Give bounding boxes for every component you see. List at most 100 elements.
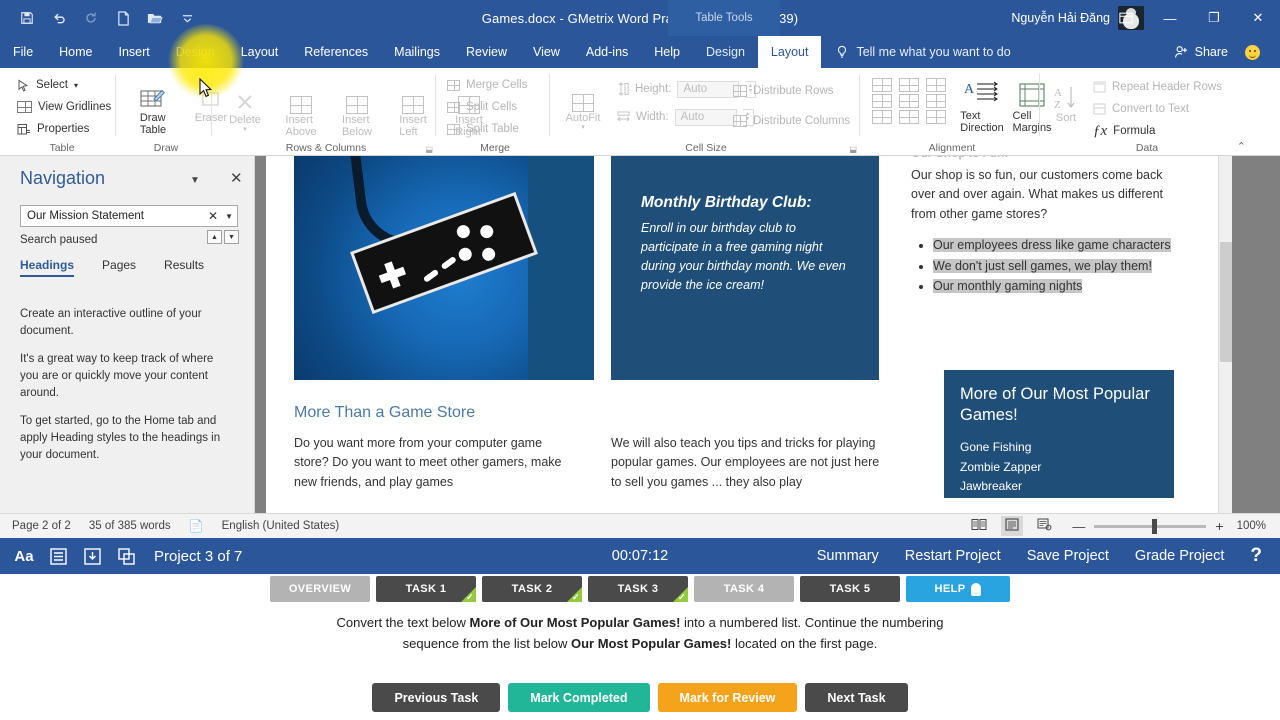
cell-size-dialog-launcher[interactable]: ⬓	[849, 145, 857, 154]
scrollbar-thumb[interactable]	[1220, 242, 1232, 362]
align-center-right-icon[interactable]	[926, 94, 946, 108]
delete-icon	[233, 80, 257, 114]
group-label-data: Data	[1135, 142, 1159, 154]
zoom-slider[interactable]	[1094, 518, 1207, 534]
restart-project-link[interactable]: Restart Project	[905, 548, 1001, 564]
tab-task-3[interactable]: TASK 3 ✓	[588, 576, 688, 602]
merge-cells-label: Merge Cells	[466, 79, 528, 91]
repeat-header-rows-button: Repeat Header Rows	[1090, 76, 1225, 98]
open-folder-icon[interactable]	[146, 9, 164, 27]
align-bottom-left-icon[interactable]	[872, 110, 892, 124]
tab-task-5[interactable]: TASK 5	[800, 576, 900, 602]
collapse-ribbon-icon[interactable]: ⌃	[1237, 140, 1246, 153]
web-layout-icon[interactable]	[1037, 518, 1052, 534]
tab-headings[interactable]: Headings	[20, 258, 75, 277]
word-count[interactable]: 35 of 385 words	[89, 520, 171, 532]
close-button[interactable]: ✕	[1236, 0, 1280, 36]
zoom-level[interactable]: 100%	[1237, 520, 1266, 532]
help-icon[interactable]: ?	[1250, 545, 1262, 567]
tab-table-layout[interactable]: Layout	[757, 36, 822, 68]
align-bottom-center-icon[interactable]	[899, 110, 919, 124]
chevron-down-icon[interactable]: ▼	[190, 175, 200, 186]
tab-view[interactable]: View	[520, 36, 573, 68]
proofing-errors-icon[interactable]: 📄	[189, 519, 204, 533]
align-top-right-icon[interactable]	[926, 78, 946, 92]
search-options-icon[interactable]: ▼	[225, 212, 233, 221]
tab-help[interactable]: Help	[641, 36, 693, 68]
next-task-button[interactable]: Next Task	[805, 683, 908, 712]
align-center-left-icon[interactable]	[872, 94, 892, 108]
save-down-icon[interactable]	[82, 546, 102, 566]
merge-cells-icon	[447, 79, 460, 91]
tab-layout[interactable]: Layout	[228, 36, 292, 68]
tab-design[interactable]: Design	[163, 36, 228, 68]
tab-pages[interactable]: Pages	[102, 258, 136, 277]
previous-result-icon[interactable]: ▲	[207, 230, 222, 244]
print-layout-icon[interactable]	[1001, 516, 1024, 536]
mark-for-review-button[interactable]: Mark for Review	[657, 683, 798, 712]
rows-columns-dialog-launcher[interactable]: ⬓	[425, 145, 433, 154]
summary-link[interactable]: Summary	[817, 548, 879, 564]
ribbon-group-cell-size: AutoFit ▾ Height: Auto ▲ ▼ Width: Auto ▲ ▼	[552, 68, 860, 156]
tab-insert[interactable]: Insert	[106, 36, 163, 68]
tab-task-4[interactable]: TASK 4	[694, 576, 794, 602]
tab-overview[interactable]: OVERVIEW	[270, 576, 370, 602]
zoom-slider-handle[interactable]	[1152, 518, 1158, 534]
tab-table-design[interactable]: Design	[693, 36, 758, 68]
document-scrollbar[interactable]	[1218, 156, 1232, 513]
tab-addins[interactable]: Add-ins	[573, 36, 641, 68]
tab-task-2[interactable]: TASK 2 ✓	[482, 576, 582, 602]
window-icon[interactable]	[116, 546, 136, 566]
minimize-button[interactable]: —	[1148, 0, 1192, 36]
share-button[interactable]: Share	[1174, 36, 1228, 68]
align-center-icon[interactable]	[899, 94, 919, 108]
new-document-icon[interactable]	[114, 9, 132, 27]
align-top-center-icon[interactable]	[899, 78, 919, 92]
mark-completed-button[interactable]: Mark Completed	[508, 683, 650, 712]
width-value[interactable]: Auto	[674, 108, 737, 126]
convert-to-text-label: Convert to Text	[1112, 103, 1190, 115]
ribbon-display-options-icon[interactable]	[1104, 0, 1148, 36]
save-icon[interactable]	[18, 9, 36, 27]
tab-help[interactable]: HELP	[906, 576, 1010, 602]
align-bottom-right-icon[interactable]	[926, 110, 946, 124]
font-size-icon[interactable]: Aa	[14, 546, 34, 566]
popular-game-3: Jawbreaker	[960, 479, 1023, 494]
read-mode-icon[interactable]	[971, 518, 987, 534]
select-button[interactable]: Select ▾	[14, 74, 114, 96]
view-gridlines-button[interactable]: View Gridlines	[14, 96, 114, 118]
zoom-out-button[interactable]: —	[1072, 519, 1085, 534]
align-top-left-icon[interactable]	[872, 78, 892, 92]
restore-button[interactable]: ❐	[1192, 0, 1236, 36]
document-page[interactable]: Monthly Birthday Club: Enroll in our bir…	[266, 156, 1232, 513]
tab-results[interactable]: Results	[164, 258, 204, 277]
next-result-icon[interactable]: ▼	[224, 230, 239, 244]
tab-mailings[interactable]: Mailings	[381, 36, 453, 68]
previous-task-button[interactable]: Previous Task	[372, 683, 501, 712]
insert-left-button: Insert Left	[386, 80, 440, 139]
tab-references[interactable]: References	[291, 36, 381, 68]
clear-search-icon[interactable]: ✕	[208, 209, 218, 223]
close-icon[interactable]: ✕	[230, 169, 243, 187]
tab-file[interactable]: File	[0, 36, 46, 68]
tab-review[interactable]: Review	[453, 36, 520, 68]
draw-table-button[interactable]: Draw Table	[126, 78, 180, 137]
navigation-tabs: Headings Pages Results	[20, 258, 204, 277]
window-controls: — ❐ ✕	[1104, 0, 1280, 36]
list-icon[interactable]	[48, 546, 68, 566]
undo-icon[interactable]	[50, 9, 68, 27]
formula-button[interactable]: ƒx Formula	[1090, 120, 1225, 142]
search-input[interactable]: Our Mission Statement ✕ ▼	[20, 205, 238, 227]
grade-project-link[interactable]: Grade Project	[1135, 548, 1224, 564]
tab-task-1[interactable]: TASK 1 ✓	[376, 576, 476, 602]
page-indicator[interactable]: Page 2 of 2	[12, 520, 71, 532]
text-direction-button[interactable]: A Text Direction	[952, 76, 1012, 135]
save-project-link[interactable]: Save Project	[1027, 548, 1109, 564]
zoom-in-button[interactable]: +	[1215, 518, 1223, 534]
tell-me-box[interactable]: Tell me what you want to do	[821, 36, 1011, 68]
customize-qat-icon[interactable]	[178, 9, 196, 27]
tab-home[interactable]: Home	[46, 36, 105, 68]
language-indicator[interactable]: English (United States)	[222, 520, 340, 532]
feedback-smiley-icon[interactable]	[1245, 45, 1260, 60]
properties-button[interactable]: Properties	[14, 118, 114, 140]
